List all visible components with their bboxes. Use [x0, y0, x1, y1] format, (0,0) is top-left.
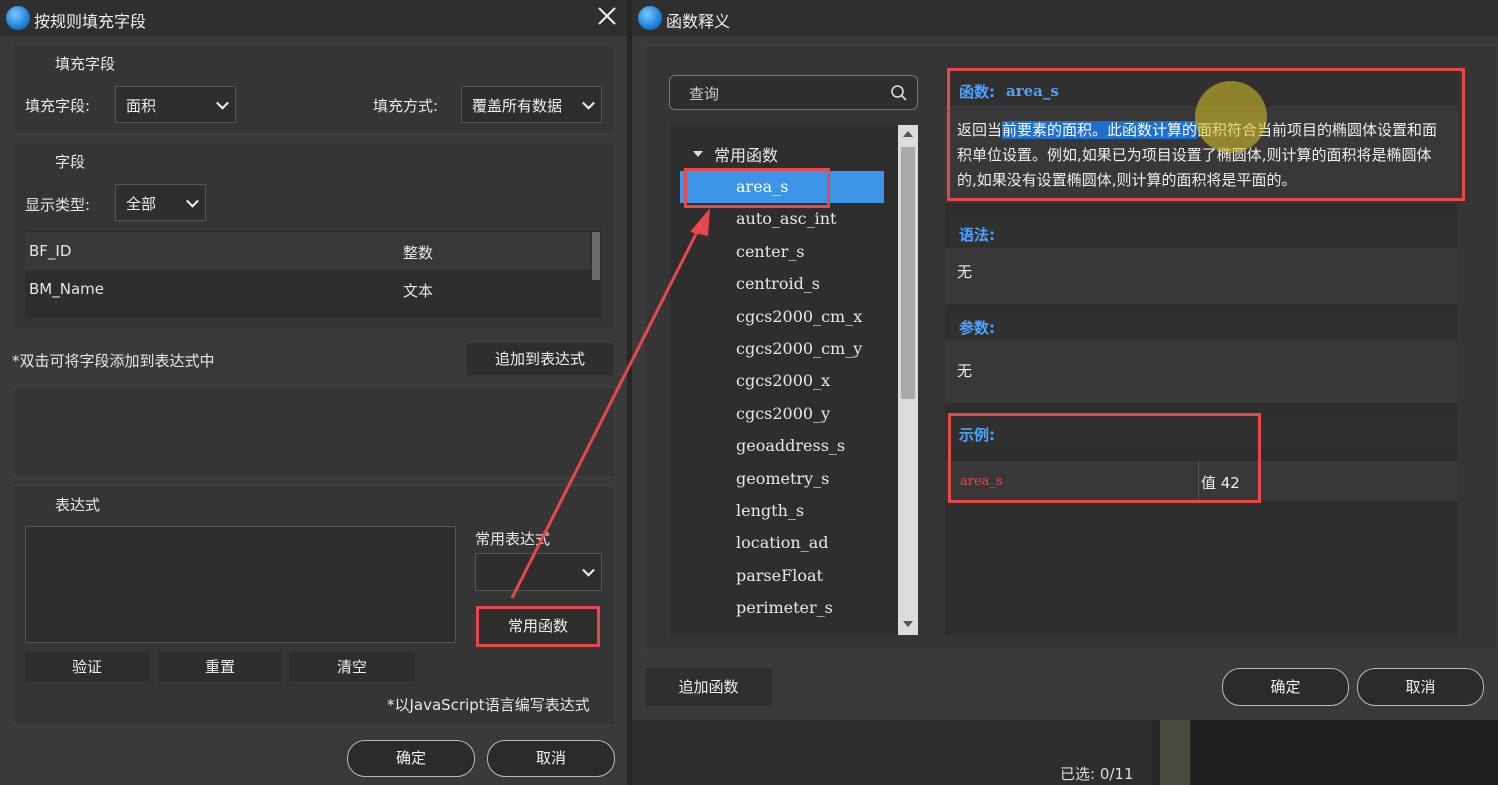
function-list-item[interactable]: cgcs2000_y: [670, 398, 890, 430]
chevron-down-icon: [216, 96, 229, 110]
close-icon[interactable]: [596, 5, 618, 27]
background-dark-panel: [1192, 720, 1498, 785]
app-logo-icon: [6, 6, 30, 30]
params-header: 参数:: [945, 311, 1458, 341]
javascript-note: *以JavaScript语言编写表达式: [387, 696, 590, 714]
common-expr-select[interactable]: [475, 553, 602, 591]
chevron-down-icon: [582, 96, 595, 110]
search-icon[interactable]: [890, 84, 908, 106]
add-to-expression-button[interactable]: 追加到表达式: [467, 343, 613, 375]
fill-mode-label: 填充方式:: [373, 97, 439, 115]
fill-group-title: 填充字段: [55, 55, 116, 73]
ok-button[interactable]: 确定: [1222, 668, 1349, 706]
fill-mode-select[interactable]: 覆盖所有数据: [461, 86, 602, 123]
scroll-up-icon[interactable]: [902, 130, 914, 138]
function-list-item[interactable]: cgcs2000_cm_y: [670, 333, 890, 365]
params-value: 无: [945, 341, 1458, 403]
search-placeholder: 查询: [689, 85, 720, 103]
cursor-marker: [1195, 81, 1267, 153]
scrollbar[interactable]: [592, 232, 600, 280]
add-function-button[interactable]: 追加函数: [645, 668, 772, 706]
function-list-item[interactable]: auto_asc_int: [670, 203, 890, 235]
right-window-title: 函数释义: [666, 12, 731, 31]
common-expr-label: 常用表达式: [475, 530, 551, 548]
field-type: 文本: [403, 282, 434, 300]
common-functions-button[interactable]: 常用函数: [476, 606, 600, 647]
caret-down-icon[interactable]: [692, 149, 704, 159]
fill-field-label: 填充字段:: [25, 97, 91, 115]
left-window-title: 按规则填充字段: [34, 12, 147, 31]
reset-button[interactable]: 重置: [158, 652, 282, 682]
field-values-box: [12, 387, 615, 477]
background-map-strip: [1160, 720, 1190, 785]
clear-button[interactable]: 清空: [290, 652, 414, 682]
app-logo-icon: [638, 6, 662, 30]
right-titlebar: 函数释义: [632, 0, 1498, 36]
field-group-title: 字段: [55, 153, 86, 171]
table-row[interactable]: BM_Name 文本: [25, 270, 590, 308]
table-row[interactable]: BF_ID 整数: [25, 232, 590, 270]
cancel-button[interactable]: 取消: [487, 740, 615, 777]
display-type-value: 全部: [126, 195, 157, 213]
validate-button[interactable]: 验证: [25, 652, 149, 682]
expression-textarea[interactable]: [25, 526, 456, 643]
function-list-item[interactable]: center_s: [670, 236, 890, 268]
tree-scrollbar[interactable]: [898, 125, 918, 635]
field-group: 字段 显示类型: 全部 BF_ID 整数 BM_Name 文本: [12, 142, 615, 330]
syntax-value: 无: [945, 248, 1458, 304]
chevron-down-icon: [582, 563, 595, 577]
function-list-item[interactable]: parseFloat: [670, 560, 890, 592]
fill-field-value: 面积: [126, 97, 157, 115]
function-list-item[interactable]: length_s: [670, 495, 890, 527]
field-name: BM_Name: [29, 280, 104, 298]
example-annotation: [948, 413, 1261, 503]
ok-button[interactable]: 确定: [347, 740, 475, 777]
fill-mode-value: 覆盖所有数据: [472, 97, 563, 115]
cancel-button[interactable]: 取消: [1357, 668, 1484, 706]
selected-count: 已选: 0/11: [1060, 765, 1134, 783]
function-list-item[interactable]: location_ad: [670, 527, 890, 559]
fill-field-dialog: 按规则填充字段 填充字段 填充字段: 面积 填充方式: 覆盖所有数据 字段 显示…: [0, 0, 627, 785]
function-help-dialog: 函数释义 查询 常用函数 area_s auto_asc_int center_s c…: [632, 0, 1498, 720]
tree-root-common-functions[interactable]: 常用函数: [714, 142, 778, 166]
expression-group-title: 表达式: [55, 496, 101, 514]
double-click-hint: *双击可将字段添加到表达式中: [12, 352, 215, 370]
function-list-item[interactable]: centroid_s: [670, 268, 890, 300]
fill-field-group: 填充字段 填充字段: 面积 填充方式: 覆盖所有数据: [12, 44, 615, 134]
syntax-header: 语法:: [945, 218, 1458, 248]
fill-field-select[interactable]: 面积: [115, 86, 236, 123]
scroll-down-icon[interactable]: [902, 620, 914, 628]
function-list-item[interactable]: cgcs2000_cm_x: [670, 301, 890, 333]
function-tree: 常用函数 area_s auto_asc_int center_s centroid_…: [670, 125, 918, 635]
expression-group: 表达式 常用表达式 常用函数 验证 重置 清空 *以JavaScript语言编写…: [12, 485, 615, 725]
left-titlebar: 按规则填充字段: [0, 0, 627, 36]
search-input[interactable]: 查询: [669, 75, 918, 110]
chevron-down-icon: [186, 194, 199, 208]
display-type-select[interactable]: 全部: [115, 184, 206, 221]
function-list-item[interactable]: cgcs2000_x: [670, 365, 890, 397]
scrollbar-thumb[interactable]: [901, 147, 915, 399]
function-list-item[interactable]: perimeter_s: [670, 592, 890, 624]
field-type: 整数: [403, 244, 434, 262]
field-name: BF_ID: [29, 242, 72, 260]
selected-function-annotation: [684, 168, 830, 208]
display-type-label: 显示类型:: [25, 196, 91, 214]
field-table: BF_ID 整数 BM_Name 文本: [25, 230, 602, 318]
function-list-item[interactable]: geoaddress_s: [670, 430, 890, 462]
function-list-item[interactable]: geometry_s: [670, 463, 890, 495]
